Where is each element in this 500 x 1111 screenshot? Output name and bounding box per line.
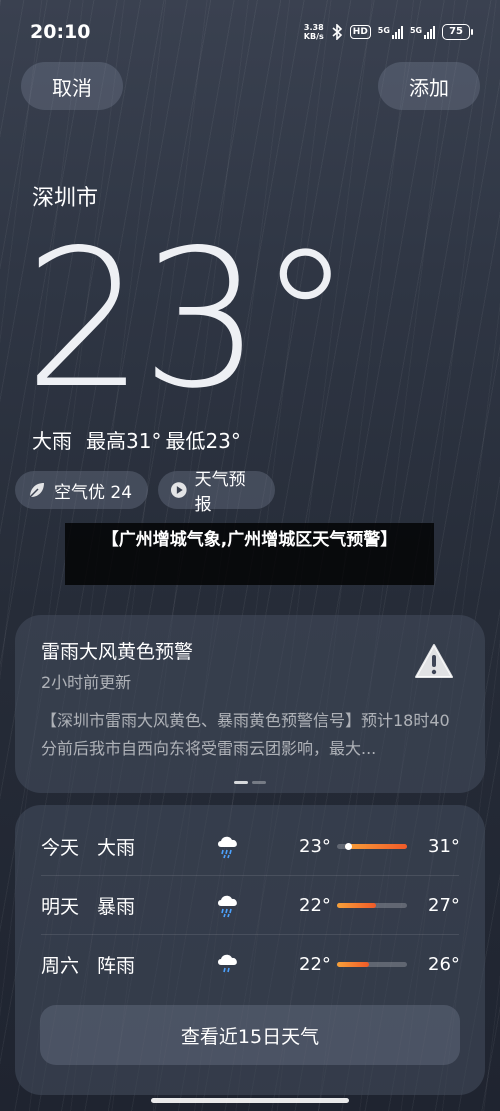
hd-badge: HD <box>349 25 371 39</box>
forecast-card: 今天 大雨 23° 31° 明天 暴雨 22° 27° 周六 阵雨 22° 26… <box>15 805 485 1095</box>
temp-range-bar <box>337 842 407 850</box>
city-name: 深圳市 <box>32 186 99 211</box>
rain-icon <box>218 895 237 918</box>
forecast-high: 26° <box>428 953 460 975</box>
alert-title: 雷雨大风黄色预警 <box>41 641 194 663</box>
forecast-high: 27° <box>428 894 460 916</box>
temp-range-bar <box>337 961 407 967</box>
forecast-condition: 暴雨 <box>97 895 136 918</box>
overlay-caption: 【广州增城气象,广州增城区天气预警】 <box>65 523 434 585</box>
temp-range-fill <box>337 902 376 908</box>
network-speed: 3.38 KB/s <box>303 23 324 41</box>
low-temp: 最低23° <box>165 429 241 453</box>
bluetooth-icon <box>332 24 342 40</box>
status-bar: 20:10 3.38 KB/s HD 5G 5G 75 <box>0 0 500 64</box>
forecast-low: 22° <box>299 953 331 975</box>
play-icon <box>170 482 187 498</box>
high-temp: 最高31° <box>86 429 162 453</box>
forecast-condition: 阵雨 <box>97 954 136 977</box>
cancel-button[interactable]: 取消 <box>21 62 123 110</box>
status-icons: 3.38 KB/s HD 5G 5G 75 <box>303 23 473 41</box>
current-condition: 大雨 <box>32 429 72 453</box>
current-temp-dot <box>345 842 352 850</box>
forecast-chip[interactable]: 天气预报 <box>158 470 275 515</box>
weather-alert-card[interactable]: 雷雨大风黄色预警 2小时前更新 【深圳市雷雨大风黄色、暴雨黄色预警信号】预计18… <box>15 615 485 793</box>
forecast-high: 31° <box>428 835 460 857</box>
signal-icon-2: 5G <box>410 25 436 39</box>
alert-body: 【深圳市雷雨大风黄色、暴雨黄色预警信号】预计18时40分前后我市自西向东将受雷雨… <box>41 711 450 758</box>
weather-summary: 大雨 最高31° 最低23° <box>32 425 241 454</box>
rain-icon <box>218 836 237 859</box>
temp-range-bar <box>337 902 407 908</box>
temp-range-fill <box>345 843 407 849</box>
forecast-day: 今天 <box>41 836 80 859</box>
current-temperature: 23° <box>24 209 353 430</box>
view-15-day-button[interactable]: 查看近15日天气 <box>40 1005 460 1065</box>
warning-icon <box>415 644 453 678</box>
forecast-day: 周六 <box>41 954 80 977</box>
alert-updated: 2小时前更新 <box>41 673 132 692</box>
battery-icon: 75 <box>442 24 473 40</box>
home-indicator[interactable] <box>151 1098 349 1103</box>
forecast-low: 23° <box>299 835 331 857</box>
status-time: 20:10 <box>30 21 91 43</box>
forecast-day: 明天 <box>41 895 80 918</box>
forecast-row[interactable]: 明天 暴雨 22° 27° <box>15 876 485 934</box>
forecast-low: 22° <box>299 894 331 916</box>
temp-range-fill <box>337 961 369 967</box>
forecast-condition: 大雨 <box>97 836 136 859</box>
add-button[interactable]: 添加 <box>378 62 480 110</box>
rain-icon <box>218 954 237 973</box>
signal-icon-1: 5G <box>378 25 403 39</box>
air-quality-chip[interactable]: 空气优 24 <box>15 471 148 509</box>
forecast-row[interactable]: 周六 阵雨 22° 26° <box>15 935 485 993</box>
leaf-icon <box>29 483 44 498</box>
forecast-row[interactable]: 今天 大雨 23° 31° <box>15 817 485 875</box>
pager-dots <box>234 781 266 784</box>
